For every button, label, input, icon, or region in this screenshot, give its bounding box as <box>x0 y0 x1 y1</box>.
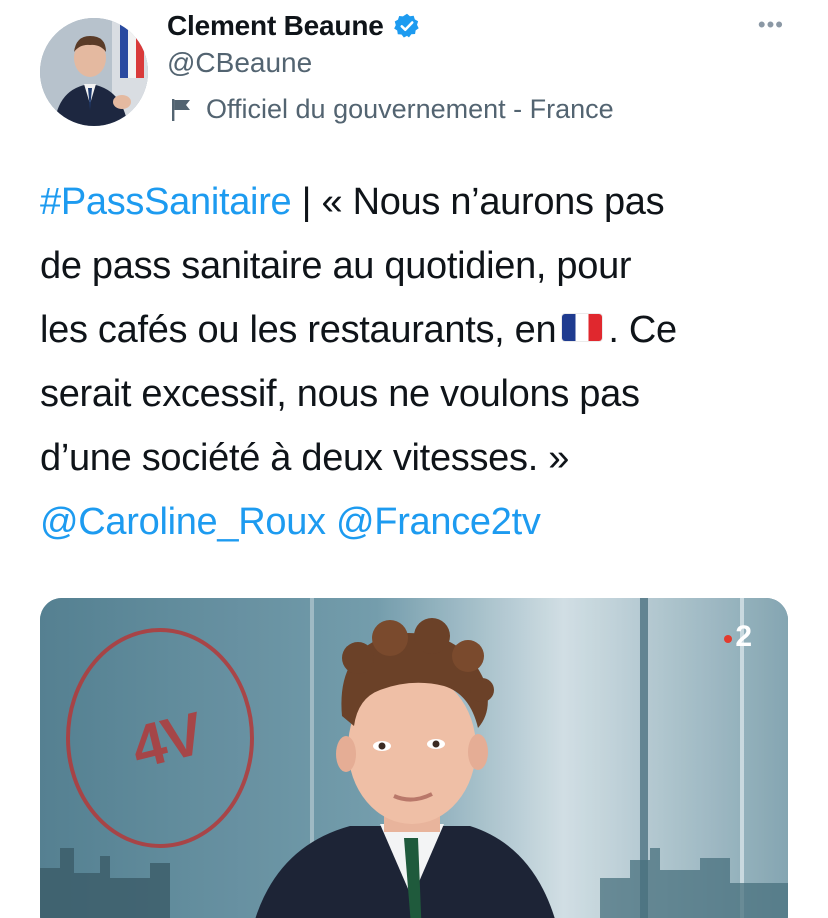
channel-logo: 2 <box>724 620 752 654</box>
tweet-line: d’une société à deux vitesses. » <box>40 437 570 479</box>
mention-link[interactable]: @Caroline_Roux <box>40 501 326 543</box>
mention-link[interactable]: @France2tv <box>336 501 541 543</box>
tweet: Clement Beaune @CBeaune Officiel du gouv… <box>0 0 828 918</box>
author-name-row: Clement Beaune <box>167 8 421 44</box>
government-affiliation-label: Officiel du gouvernement - France <box>170 94 614 125</box>
tweet-line: de pass sanitaire au quotidien, pour <box>40 245 632 287</box>
flag-icon <box>170 97 192 123</box>
channel-number: 2 <box>735 620 752 653</box>
tweet-line: #PassSanitaire | « Nous n’aurons pas <box>40 170 800 234</box>
tweet-line: serait excessif, nous ne voulons pas <box>40 373 640 415</box>
france-flag-emoji <box>562 314 603 342</box>
tweet-text-segment: | « Nous n’aurons pas <box>291 181 665 223</box>
tweet-text-segment: . Ce <box>608 309 677 351</box>
more-icon[interactable]: ••• <box>758 12 784 38</box>
tweet-text-segment: les cafés ou les restaurants, en <box>40 309 557 351</box>
tweet-line: les cafés ou les restaurants, en . Ce <box>40 298 800 362</box>
channel-logo-dot-icon <box>724 635 733 643</box>
hashtag-link[interactable]: #PassSanitaire <box>40 181 292 223</box>
author-display-name[interactable]: Clement Beaune <box>167 10 384 42</box>
avatar[interactable] <box>40 18 148 126</box>
verified-badge-icon <box>393 12 421 40</box>
tweet-media-image[interactable]: 4V 2 <box>40 598 788 918</box>
author-handle[interactable]: @CBeaune <box>167 47 312 79</box>
tweet-text: #PassSanitaire | « Nous n’aurons pas de … <box>40 170 800 554</box>
tweet-line: @Caroline_Roux @France2tv <box>40 490 800 554</box>
affiliation-text: Officiel du gouvernement - France <box>206 94 614 124</box>
